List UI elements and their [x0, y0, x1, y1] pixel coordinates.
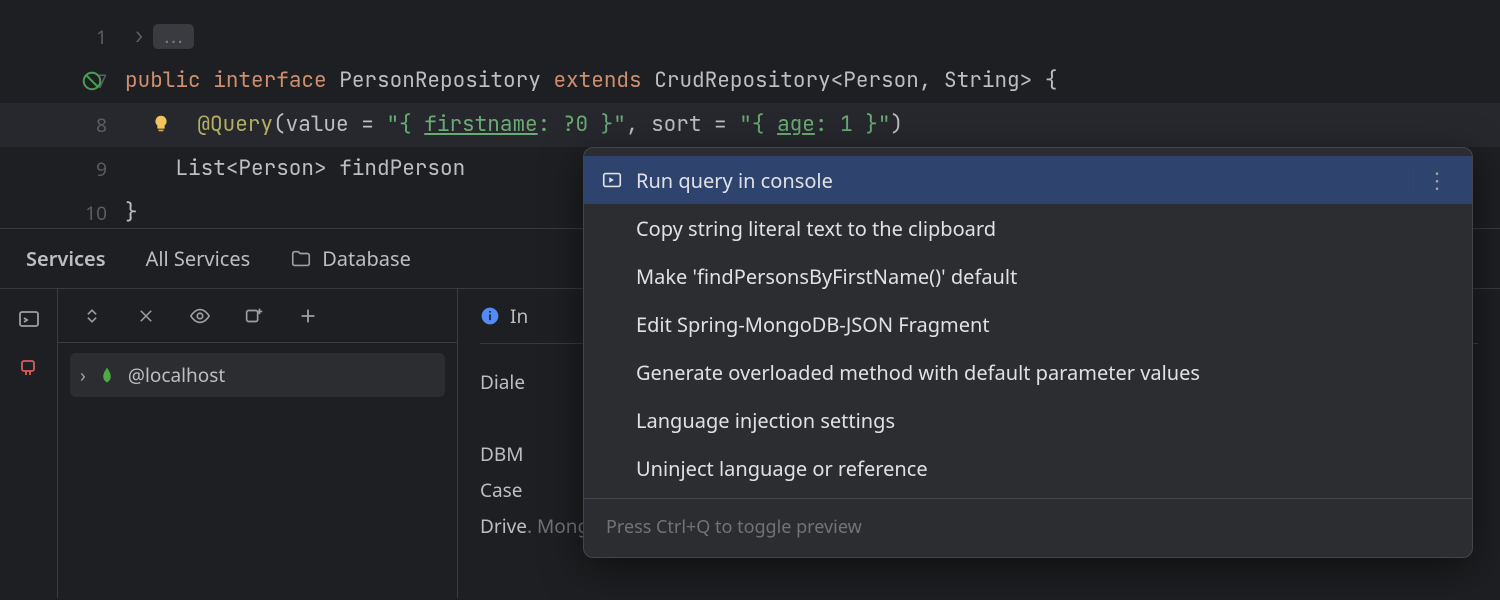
tree-node-localhost[interactable]: › @localhost [70, 353, 445, 397]
tree-toolbar [58, 289, 457, 343]
prohibit-icon [81, 70, 103, 92]
chevron-right-icon[interactable]: › [80, 362, 86, 388]
menu-item-label: Uninject language or reference [636, 455, 928, 482]
info-intro: In [510, 303, 528, 329]
code-line-folded[interactable]: ›… [125, 15, 1500, 59]
menu-item-injection-settings[interactable]: Language injection settings [584, 396, 1472, 444]
line-number: 8 [96, 112, 107, 138]
fold-ellipsis[interactable]: … [153, 24, 194, 49]
info-icon [480, 306, 500, 326]
gutter-line: 1 [0, 15, 125, 59]
eye-icon[interactable] [188, 304, 212, 328]
code-line[interactable]: public interface PersonRepository extend… [125, 59, 1500, 103]
menu-item-label: Copy string literal text to the clipboar… [636, 215, 996, 242]
menu-item-label: Language injection settings [636, 407, 895, 434]
run-console-icon [600, 168, 624, 192]
menu-footer-hint: Press Ctrl+Q to toggle preview [584, 505, 1472, 549]
plug-icon[interactable] [17, 357, 41, 381]
lightbulb-icon[interactable] [150, 113, 172, 135]
gutter-line: 7 [0, 59, 125, 103]
mongodb-leaf-icon [98, 366, 116, 384]
menu-separator [584, 498, 1472, 499]
gutter-line: 8 [0, 103, 125, 147]
menu-item-make-default[interactable]: Make 'findPersonsByFirstName()' default [584, 252, 1472, 300]
editor-gutter: 1 7 8 9 10 [0, 0, 125, 228]
panel-left-bar [0, 289, 58, 598]
line-number: 1 [96, 24, 107, 50]
tab-all-services[interactable]: All Services [146, 245, 251, 272]
menu-item-label: Make 'findPersonsByFirstName()' default [636, 263, 1017, 290]
menu-item-uninject[interactable]: Uninject language or reference [584, 444, 1472, 492]
console-icon[interactable] [17, 307, 41, 331]
folder-icon [290, 248, 312, 270]
menu-item-run-query[interactable]: Run query in console ⋮ [584, 156, 1472, 204]
panel-tree: › @localhost [58, 289, 458, 598]
expand-collapse-icon[interactable] [80, 304, 104, 328]
chevron-right-icon[interactable]: › [125, 15, 153, 59]
menu-item-copy-literal[interactable]: Copy string literal text to the clipboar… [584, 204, 1472, 252]
intention-actions-popup: Run query in console ⋮ Copy string liter… [583, 147, 1473, 558]
menu-item-generate-overload[interactable]: Generate overloaded method with default … [584, 348, 1472, 396]
menu-item-label: Edit Spring-MongoDB-JSON Fragment [636, 311, 990, 338]
tree-node-label: @localhost [128, 362, 225, 388]
new-session-icon[interactable] [242, 304, 266, 328]
plus-icon[interactable] [296, 304, 320, 328]
tab-database[interactable]: Database [290, 245, 411, 272]
gutter-line: 10 [0, 191, 125, 235]
line-number: 10 [85, 200, 107, 226]
menu-item-label: Run query in console [636, 167, 833, 194]
gutter-line: 9 [0, 147, 125, 191]
more-icon[interactable]: ⋮ [1413, 165, 1450, 195]
close-icon[interactable] [134, 304, 158, 328]
menu-item-edit-fragment[interactable]: Edit Spring-MongoDB-JSON Fragment [584, 300, 1472, 348]
panel-title: Services [26, 245, 106, 272]
line-number: 9 [96, 156, 107, 182]
menu-item-label: Generate overloaded method with default … [636, 359, 1200, 386]
code-line[interactable]: @Query(value = "{ firstname: ?0 }", sort… [125, 103, 1500, 147]
tab-label: Database [322, 245, 411, 272]
